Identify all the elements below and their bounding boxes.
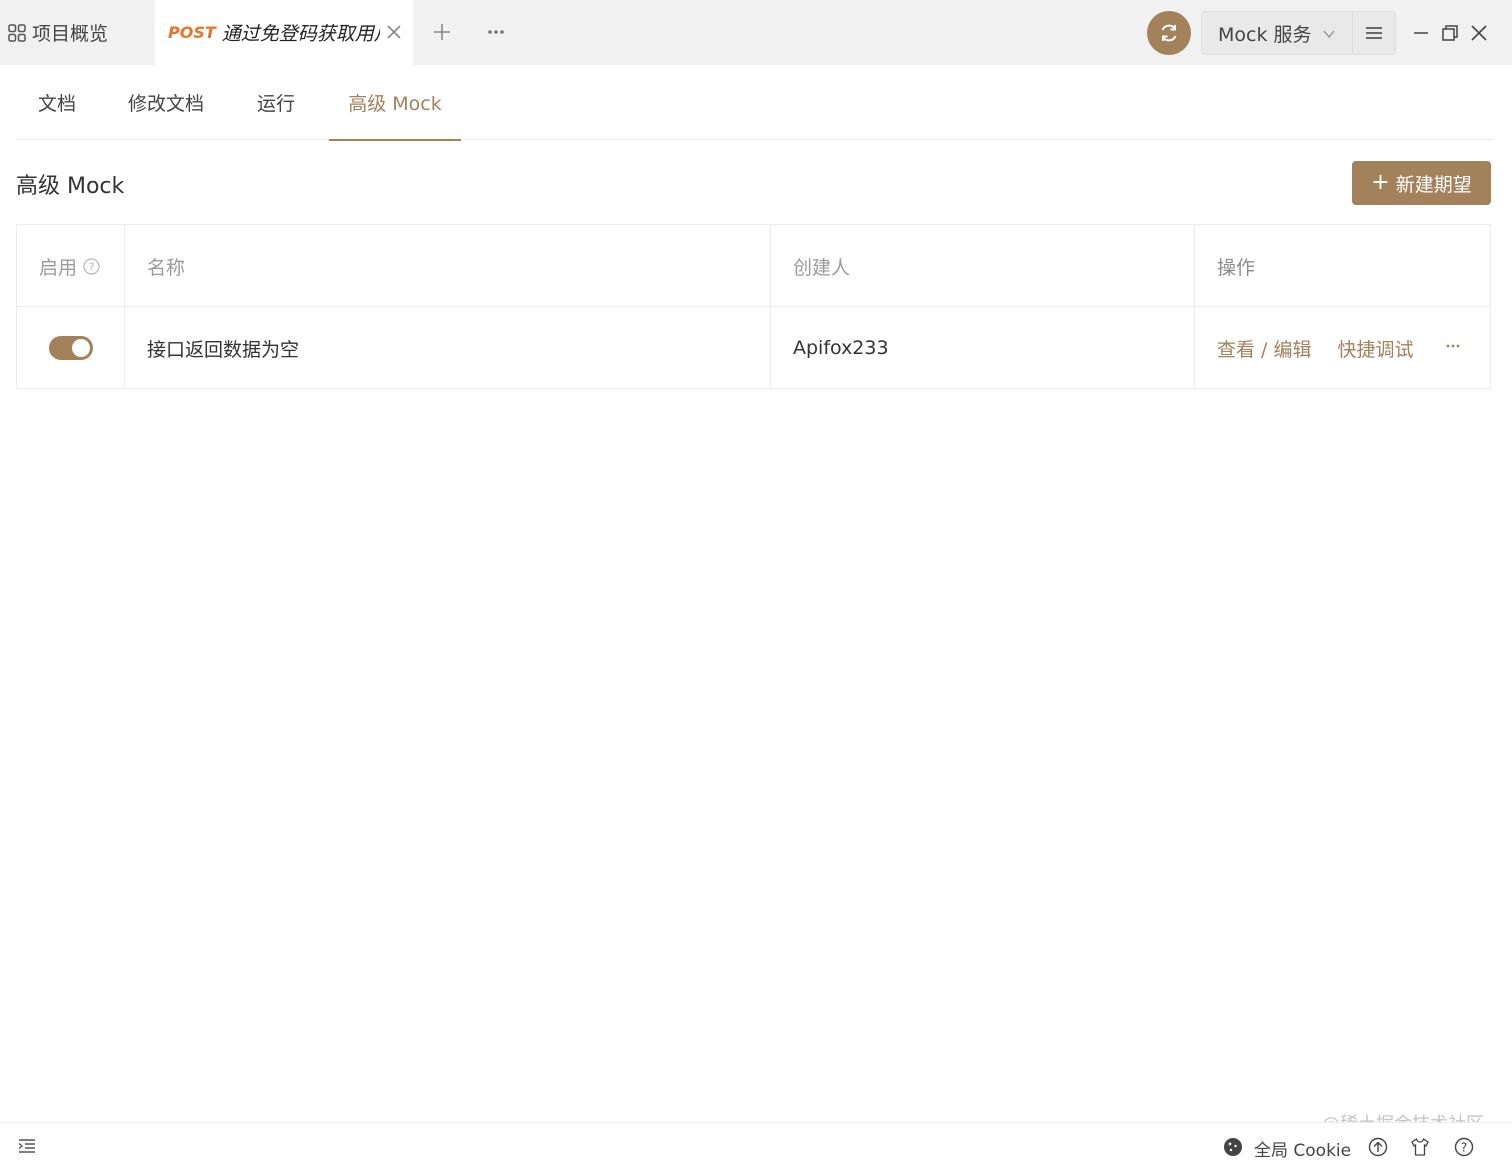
refresh-icon [1161, 24, 1177, 42]
add-tab-icon[interactable] [432, 22, 452, 42]
window-close-icon[interactable] [1469, 23, 1489, 43]
svg-text:?: ? [1461, 1141, 1467, 1155]
mock-expectations-table: 启用 ? 名称 创建人 操作 接口返回数据为空 Apifox233 查看 / 编… [16, 224, 1491, 389]
tab-api-endpoint[interactable]: POST 通过免登码获取用户信息 [155, 0, 413, 65]
page-title: 高级 Mock [16, 174, 125, 199]
expectation-creator: Apifox233 [771, 307, 1195, 389]
tab-api-title: 通过免登码获取用户信息 [221, 23, 380, 45]
enabled-cell [17, 307, 125, 389]
close-icon[interactable] [385, 23, 403, 41]
app-window: 项目概览 POST 通过免登码获取用户信息 Mock [0, 0, 1512, 1163]
enable-toggle[interactable] [49, 336, 93, 360]
actions-cell: 查看 / 编辑 快捷调试 [1195, 307, 1492, 389]
new-expectation-button[interactable]: + 新建期望 [1352, 161, 1491, 205]
column-header-enabled-label: 启用 [39, 256, 78, 279]
grid-icon [8, 23, 26, 42]
menu-icon [1366, 27, 1382, 39]
sub-tabs: 文档 修改文档 运行 高级 Mock [16, 65, 1494, 141]
http-method-badge: POST [168, 23, 216, 42]
table-row: 接口返回数据为空 Apifox233 查看 / 编辑 快捷调试 [17, 307, 1490, 389]
new-expectation-label: 新建期望 [1395, 173, 1472, 196]
table-header-row: 启用 ? 名称 创建人 操作 [17, 225, 1490, 307]
sync-button[interactable] [1147, 11, 1191, 55]
environment-select-value: Mock 服务 [1218, 23, 1312, 46]
column-header-name: 名称 [125, 225, 771, 307]
more-actions-icon[interactable] [1445, 341, 1461, 351]
toggle-knob [72, 339, 90, 357]
help-icon[interactable]: ? [83, 257, 100, 275]
global-cookie-label[interactable]: 全局 Cookie [1254, 1136, 1351, 1161]
plus-icon: + [1371, 170, 1390, 195]
tab-edit-docs[interactable]: 修改文档 [118, 65, 214, 140]
svg-text:?: ? [89, 260, 95, 273]
tab-advanced-mock[interactable]: 高级 Mock [329, 65, 461, 141]
view-edit-link[interactable]: 查看 / 编辑 [1217, 335, 1311, 362]
restore-icon[interactable] [1441, 24, 1459, 42]
upload-icon[interactable] [1368, 1137, 1388, 1157]
tab-project-overview-label: 项目概览 [32, 23, 109, 45]
theme-icon[interactable] [1410, 1137, 1430, 1157]
column-header-enabled: 启用 ? [17, 225, 125, 307]
environment-select[interactable]: Mock 服务 [1201, 11, 1353, 55]
minimize-icon[interactable] [1412, 24, 1430, 42]
expectation-name: 接口返回数据为空 [125, 307, 771, 389]
quick-debug-link[interactable]: 快捷调试 [1337, 335, 1413, 362]
tab-project-overview[interactable]: 项目概览 [0, 0, 155, 65]
chevron-down-icon [1323, 30, 1335, 39]
tab-docs[interactable]: 文档 [16, 65, 98, 140]
tab-run[interactable]: 运行 [244, 65, 308, 140]
help-icon[interactable]: ? [1454, 1137, 1474, 1157]
cookie-icon[interactable] [1223, 1137, 1243, 1157]
collapse-sidebar-icon[interactable] [18, 1138, 36, 1154]
more-tabs-icon[interactable] [486, 24, 506, 40]
environment-manage-button[interactable] [1352, 11, 1396, 55]
top-tab-bar: 项目概览 POST 通过免登码获取用户信息 Mock [0, 0, 1512, 65]
column-header-creator: 创建人 [771, 225, 1195, 307]
column-header-actions: 操作 [1217, 256, 1256, 279]
status-bar: 全局 Cookie ? [0, 1122, 1512, 1163]
